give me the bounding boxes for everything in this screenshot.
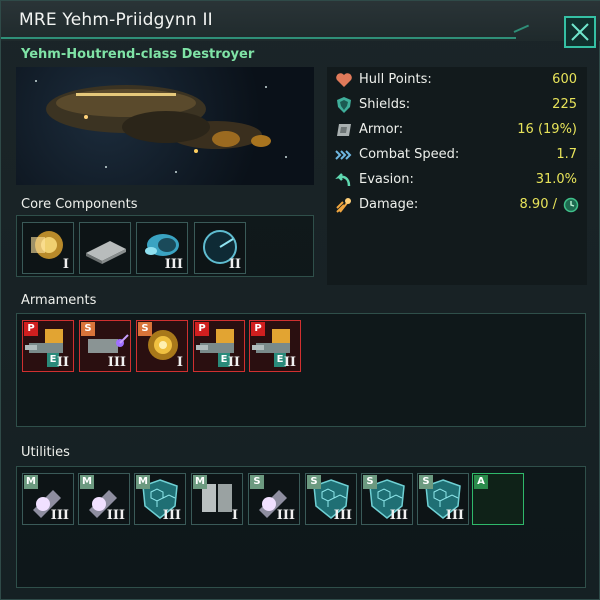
weapon-slot[interactable]: S I <box>136 320 188 372</box>
stat-value: 31.0% <box>535 172 577 187</box>
ship-stats-panel: Hull Points: 600 Shields: 225 Armor: 16 … <box>327 67 587 285</box>
stat-value: 600 <box>552 72 577 87</box>
weapon-slot[interactable]: P E II <box>22 320 74 372</box>
damage-burst-icon <box>336 198 351 213</box>
stat-evasion: Evasion: 31.0% <box>331 169 583 191</box>
shield-icon <box>337 97 351 113</box>
tier-label: I <box>231 508 238 523</box>
stat-combat-speed: Combat Speed: 1.7 <box>331 144 583 166</box>
slot-size-tag: S <box>363 475 377 489</box>
core-slot-thruster[interactable]: III <box>136 222 188 274</box>
tier-label: III <box>276 508 295 523</box>
computer-chip-icon <box>86 241 126 264</box>
ship-class-label: Yehm-Houtrend-class Destroyer <box>21 47 255 62</box>
armaments-heading: Armaments <box>21 293 97 308</box>
slot-size-tag: M <box>24 475 38 489</box>
tier-label: II <box>283 355 296 370</box>
stat-value: 8.90 / <box>519 197 557 212</box>
stat-label: Armor: <box>359 122 404 137</box>
slot-size-tag: S <box>307 475 321 489</box>
stat-value: 1.7 <box>556 147 577 162</box>
armor-plate-icon <box>337 124 351 136</box>
evasion-arrow-icon <box>335 173 351 187</box>
tier-label: III <box>164 257 183 272</box>
slot-size-tag: S <box>419 475 433 489</box>
utility-slot[interactable]: M III <box>22 473 74 525</box>
window-title: MRE Yehm-Priidgynn II <box>19 10 213 30</box>
stat-label: Damage: <box>359 197 419 212</box>
weapon-slot[interactable]: P E II <box>193 320 245 372</box>
tier-label: III <box>107 355 126 370</box>
slot-size-tag: P <box>24 322 38 336</box>
stat-damage: Damage: 8.90 / <box>331 194 583 216</box>
weapon-slot[interactable]: P E II <box>249 320 301 372</box>
core-components-heading: Core Components <box>21 197 138 212</box>
tier-label: III <box>445 508 464 523</box>
slot-size-tag: M <box>136 475 150 489</box>
title-underline <box>1 37 516 39</box>
clock-icon <box>563 197 579 213</box>
tier-label: II <box>56 355 69 370</box>
utilities-heading: Utilities <box>21 445 70 460</box>
tier-label: II <box>228 257 241 272</box>
core-slot-computer[interactable] <box>79 222 131 274</box>
tier-label: I <box>176 355 183 370</box>
weapon-slot[interactable]: S III <box>79 320 131 372</box>
slot-size-tag: S <box>250 475 264 489</box>
utility-slot[interactable]: S III <box>305 473 357 525</box>
stat-value: 16 (19%) <box>517 122 577 137</box>
tier-label: III <box>333 508 352 523</box>
utility-slot[interactable]: S III <box>361 473 413 525</box>
slot-size-tag: P <box>251 322 265 336</box>
close-icon <box>571 23 589 41</box>
aux-slot-empty[interactable]: A <box>472 473 524 525</box>
title-bar: MRE Yehm-Priidgynn II <box>1 1 600 48</box>
close-button[interactable] <box>564 16 596 48</box>
utility-slot[interactable]: M III <box>78 473 130 525</box>
core-slot-reactor[interactable]: I <box>22 222 74 274</box>
slot-size-tag: S <box>81 322 95 336</box>
stat-armor: Armor: 16 (19%) <box>331 119 583 141</box>
stat-hull-points: Hull Points: 600 <box>331 69 583 91</box>
tier-label: III <box>106 508 125 523</box>
ship-render-icon <box>35 80 287 173</box>
tier-label: III <box>50 508 69 523</box>
slot-size-tag: S <box>138 322 152 336</box>
stat-label: Hull Points: <box>359 72 432 87</box>
armaments-panel: P E II S III S I P E II P E II <box>16 313 586 427</box>
tier-label: III <box>389 508 408 523</box>
slot-size-tag: M <box>193 475 207 489</box>
utility-slot[interactable]: M I <box>191 473 243 525</box>
ship-details-window: MRE Yehm-Priidgynn II Yehm-Houtrend-clas… <box>0 0 600 600</box>
tier-label: III <box>162 508 181 523</box>
tier-label: I <box>62 257 69 272</box>
utility-slot[interactable]: S III <box>417 473 469 525</box>
tier-label: II <box>227 355 240 370</box>
speed-arrows-icon <box>335 150 352 160</box>
stat-label: Evasion: <box>359 172 414 187</box>
utilities-panel: M III M III M III M I S III S III S III … <box>16 466 586 588</box>
utility-slot[interactable]: S III <box>248 473 300 525</box>
stat-value: 225 <box>552 97 577 112</box>
core-slot-sensor[interactable]: II <box>194 222 246 274</box>
core-components-panel: I III II <box>16 215 314 277</box>
ship-portrait <box>16 67 314 185</box>
slot-size-tag: P <box>195 322 209 336</box>
slot-size-tag: M <box>80 475 94 489</box>
stat-label: Combat Speed: <box>359 147 460 162</box>
heart-icon <box>336 73 352 87</box>
stat-label: Shields: <box>359 97 411 112</box>
slot-size-tag: A <box>474 475 488 489</box>
stat-shields: Shields: 225 <box>331 94 583 116</box>
utility-slot[interactable]: M III <box>134 473 186 525</box>
